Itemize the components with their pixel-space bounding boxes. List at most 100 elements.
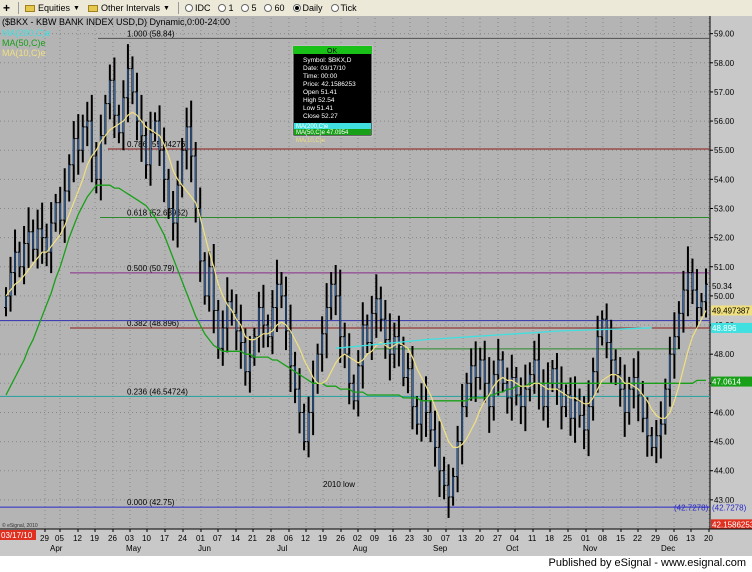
- data-window-row: Symbol: $BKX,D: [303, 57, 352, 64]
- folder-icon: [87, 4, 98, 12]
- x-tick-label: 26: [336, 534, 345, 543]
- x-tick-label: 27: [493, 534, 502, 543]
- x-month-label: Jun: [198, 544, 211, 553]
- toolbar-i5-label: 5: [251, 3, 257, 13]
- x-tick-label: 21: [248, 534, 257, 543]
- data-window-ma50: MA(50,C)e 47.0954: [296, 130, 349, 136]
- x-tick-label: 11: [528, 534, 537, 543]
- toolbar-equities-button[interactable]: Equities ▼: [22, 1, 83, 15]
- x-tick-label: 19: [90, 534, 99, 543]
- radio-icon: [218, 4, 227, 12]
- x-tick-label: 23: [405, 534, 414, 543]
- toolbar-daily-button[interactable]: Daily: [290, 1, 326, 15]
- x-tick-label: 15: [616, 534, 625, 543]
- x-tick-label: 09: [370, 534, 379, 543]
- x-tick-label: 29: [651, 534, 660, 543]
- x-tick-label: 01: [581, 534, 590, 543]
- x-tick-label: 07: [213, 534, 222, 543]
- radio-icon: [241, 4, 250, 12]
- fib-level-label: 1.000 (58.84): [127, 29, 175, 38]
- toolbar-other-label: Other Intervals: [100, 3, 161, 13]
- data-window-row: Price: 42.1586253: [303, 81, 356, 88]
- y-tick-label: 44.00: [714, 467, 735, 476]
- x-tick-label: 22: [633, 534, 642, 543]
- fib-level-label: 0.786 (55.04276): [127, 140, 188, 149]
- y-marker-label: 49.497387: [712, 306, 750, 315]
- y-tick-label: 45.00: [714, 438, 735, 447]
- x-month-label: Aug: [353, 544, 367, 553]
- x-month-label: Oct: [506, 544, 519, 553]
- data-window-ma10: MA(10,C)e: [296, 138, 326, 144]
- y-tick-label: 46.00: [714, 408, 735, 417]
- x-tick-label: 28: [266, 534, 275, 543]
- legend-item: MA(50,C)e: [2, 38, 46, 48]
- chevron-down-icon: ▼: [163, 4, 170, 12]
- x-tick-label: 12: [73, 534, 82, 543]
- toolbar-i60-label: 60: [274, 3, 285, 13]
- x-tick-label: 10: [142, 534, 151, 543]
- plus-icon: +: [3, 1, 11, 15]
- data-window-row: High 52.54: [303, 97, 335, 104]
- footer-text: Published by eSignal - www.esignal.com: [548, 557, 747, 569]
- data-window-row: Date: 03/17/10: [303, 65, 346, 72]
- x-month-label: May: [126, 544, 141, 553]
- fib-low-value-label: (42.7278): [674, 504, 709, 513]
- x-tick-label: 08: [598, 534, 607, 543]
- toolbar-idc-button[interactable]: IDC: [182, 1, 214, 15]
- data-window-row: Time: 00:00: [303, 73, 337, 80]
- x-tick-label: 02: [353, 534, 362, 543]
- fib-level-label: 0.500 (50.79): [127, 264, 175, 273]
- x-tick-label: 03: [125, 534, 134, 543]
- radio-icon: [184, 4, 193, 12]
- fib-level-label: 0.000 (42.75): [127, 498, 175, 507]
- y-marker-label: 42.1586253: [712, 520, 752, 529]
- x-tick-label: 04: [510, 534, 519, 543]
- toolbar-idc-label: IDC: [194, 3, 211, 13]
- x-tick-label: 13: [686, 534, 695, 543]
- y-tick-label: 56.00: [714, 117, 735, 126]
- x-tick-label: 07: [441, 534, 450, 543]
- price-chart: 1.000 (58.84) 0.786 (55.04276) 0.618 (52.6…: [0, 16, 752, 556]
- y-tick-label: 54.00: [714, 175, 735, 184]
- fib-level-label: 0.236 (46.54724): [127, 387, 188, 396]
- x-month-label: Nov: [583, 544, 597, 553]
- x-tick-label: 12: [301, 534, 310, 543]
- y-tick-label: 57.00: [714, 88, 735, 97]
- y-tick-label: 48.00: [714, 350, 735, 359]
- x-tick-label: 18: [545, 534, 554, 543]
- y-tick-label: 59.00: [714, 30, 735, 39]
- x-month-label: Dec: [661, 544, 675, 553]
- toolbar-tick-button[interactable]: Tick: [328, 1, 360, 15]
- x-tick-label: 29: [40, 534, 49, 543]
- fib-level-label: 0.618 (52.68962): [127, 209, 188, 218]
- x-month-label: Sep: [433, 544, 448, 553]
- toolbar-i1-button[interactable]: 1: [215, 1, 236, 15]
- toolbar-i1-label: 1: [228, 3, 234, 13]
- y-tick-label: 50.00: [714, 292, 735, 301]
- data-window-row: Close 52.27: [303, 113, 338, 120]
- y-tick-label: 52.00: [714, 234, 735, 243]
- x-tick-label: 05: [55, 534, 64, 543]
- toolbar: + Equities ▼ Other Intervals ▼ IDC 1 5 60 Daily Ti…: [0, 0, 752, 17]
- toolbar-other-button[interactable]: Other Intervals ▼: [85, 1, 173, 15]
- data-window-ok: OK: [327, 48, 337, 55]
- y-tick-label: 58.00: [714, 59, 735, 68]
- toolbar-daily-label: Daily: [302, 3, 323, 13]
- x-month-label: Jul: [277, 544, 287, 553]
- radio-icon: [330, 4, 339, 12]
- toolbar-new-button[interactable]: +: [0, 1, 13, 15]
- y-tick-label: 55.00: [714, 146, 735, 155]
- y-marker-label: 47.0614: [712, 378, 741, 387]
- x-tick-label: 06: [284, 534, 293, 543]
- toolbar-i60-button[interactable]: 60: [261, 1, 287, 15]
- y-marker-label: 48.896: [712, 324, 737, 333]
- radio-icon: [292, 4, 301, 12]
- date-badge-label: 03/17/10: [1, 531, 33, 540]
- legend-item: MA(200,C)e: [2, 28, 51, 38]
- copyright-note: © eSignal, 2010: [2, 522, 38, 529]
- x-tick-label: 06: [669, 534, 678, 543]
- toolbar-i5-button[interactable]: 5: [238, 1, 259, 15]
- y-marker-label: (42.7278): [712, 504, 747, 513]
- x-tick-label: 17: [160, 534, 169, 543]
- y-tick-label: 51.00: [714, 263, 735, 272]
